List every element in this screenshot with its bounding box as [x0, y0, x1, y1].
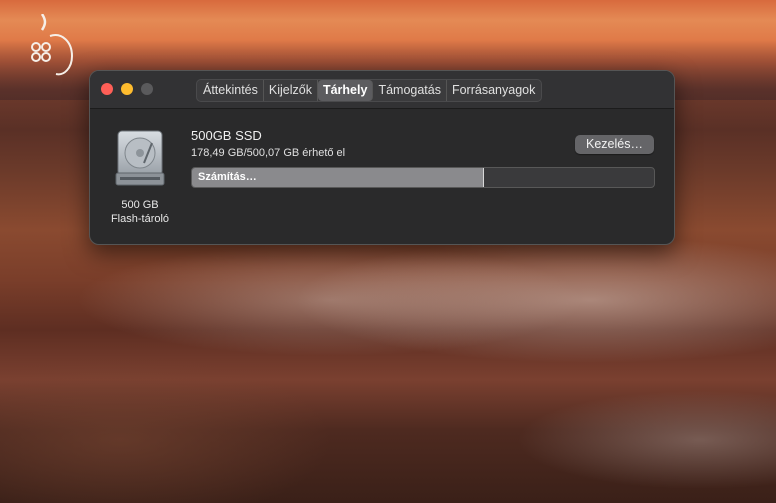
tab-resources[interactable]: Forrásanyagok [447, 80, 540, 101]
tab-displays[interactable]: Kijelzők [264, 80, 318, 101]
tab-support[interactable]: Támogatás [373, 80, 447, 101]
disk-caption: 500 GB Flash-tároló [98, 198, 182, 226]
storage-status-text: Számítás… [198, 171, 257, 183]
storage-usage-bar: Számítás… [191, 167, 655, 188]
manage-button[interactable]: Kezelés… [575, 135, 654, 154]
disk-name: 500GB SSD [191, 128, 262, 143]
disk-type-label: Flash-tároló [110, 213, 170, 225]
tab-overview[interactable]: Áttekintés [198, 80, 264, 101]
disk-capacity-label: 500 GB [121, 199, 159, 211]
minimize-button[interactable] [121, 83, 133, 95]
zoom-button [141, 83, 153, 95]
tab-bar: Áttekintés Kijelzők Tárhely Támogatás Fo… [196, 79, 543, 102]
hard-drive-icon [112, 129, 168, 187]
tab-storage[interactable]: Tárhely [317, 80, 374, 101]
window-titlebar[interactable]: Áttekintés Kijelzők Tárhely Támogatás Fo… [90, 71, 674, 109]
apple-logo-icon [28, 13, 74, 78]
about-this-mac-window: Áttekintés Kijelzők Tárhely Támogatás Fo… [89, 70, 675, 245]
disk-available-space: 178,49 GB/500,07 GB érhető el [191, 147, 346, 159]
close-button[interactable] [101, 83, 113, 95]
